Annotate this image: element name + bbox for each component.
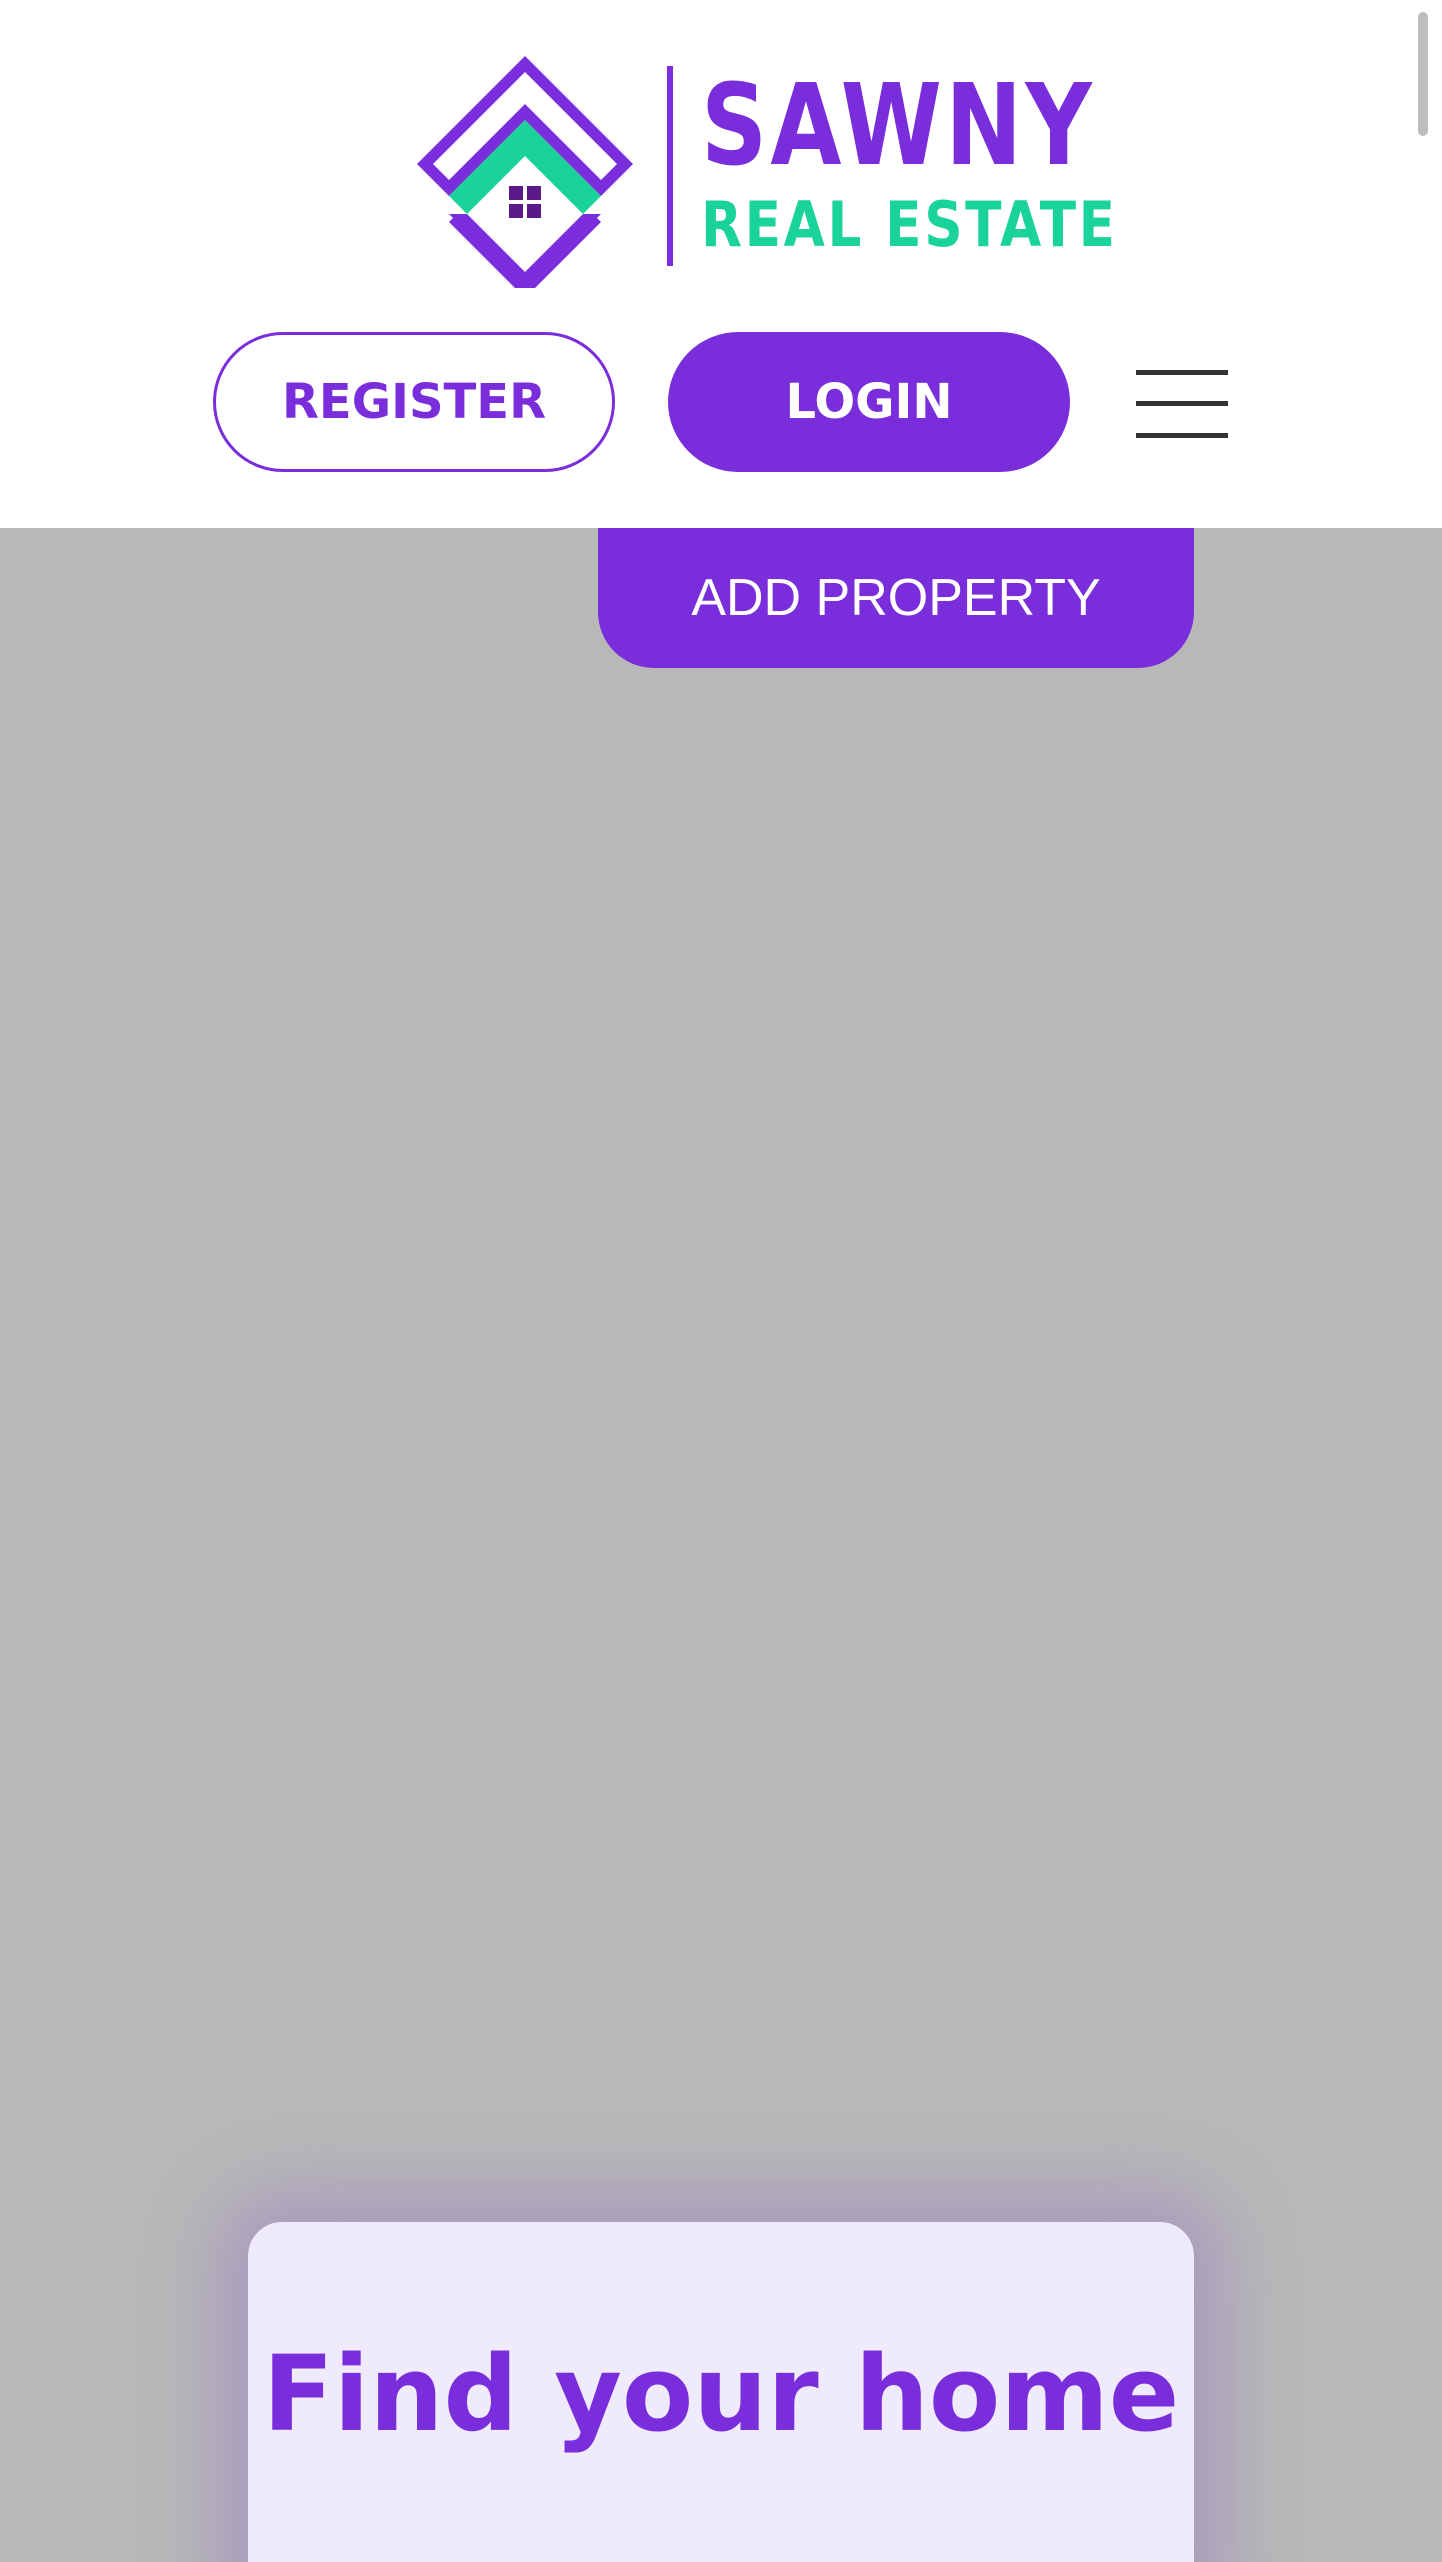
hamburger-line [1136, 370, 1228, 375]
scrollbar[interactable] [1418, 12, 1428, 136]
search-card: Find your home [248, 2222, 1194, 2562]
register-button[interactable]: REGISTER [213, 332, 615, 472]
hamburger-line [1136, 401, 1228, 406]
page: SAWNY REAL ESTATE REGISTER LOGIN ADD PRO… [0, 0, 1442, 2562]
hamburger-line [1136, 433, 1228, 438]
logo-tagline-text: REAL ESTATE [701, 188, 1118, 261]
sawny-logo[interactable]: SAWNY REAL ESTATE [405, 48, 1115, 288]
house-diamond-icon [417, 56, 633, 288]
logo-divider [667, 66, 673, 266]
add-property-button[interactable]: ADD PROPERTY [598, 528, 1194, 668]
search-title: Find your home [262, 2333, 1180, 2455]
logo-brand-text: SAWNY [701, 61, 1096, 191]
login-button[interactable]: LOGIN [668, 332, 1070, 472]
hamburger-menu-icon[interactable] [1136, 370, 1228, 438]
site-header: SAWNY REAL ESTATE REGISTER LOGIN [0, 0, 1442, 528]
